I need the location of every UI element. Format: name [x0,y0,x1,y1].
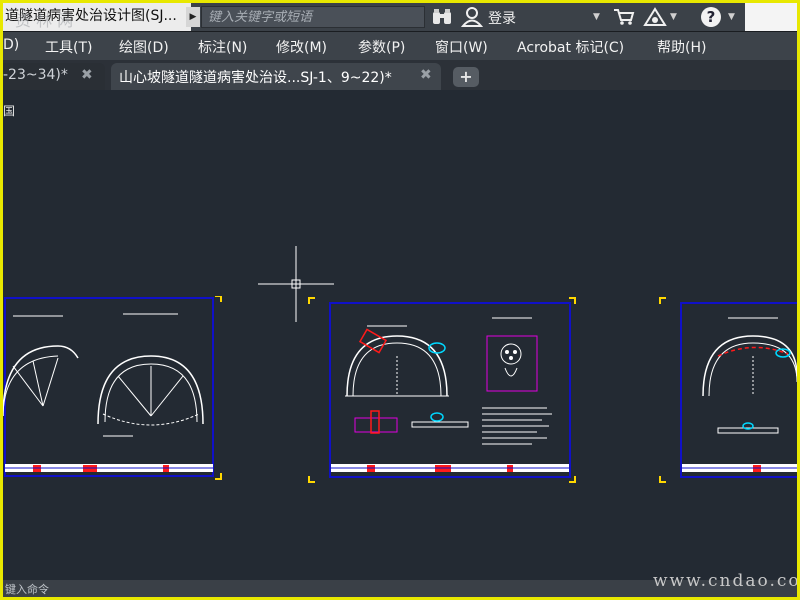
autocad-window: 道隧道病害处治设计图(SJ... ▶ 键入关键字或短语 登录 ▼ ▼ ? ▼ D… [3,3,797,597]
tab-active-drawing[interactable]: 山心坡隧道隧道病害处治设...SJ-1、9~22)* ✖ [111,63,441,90]
menu-bar: D) 工具(T) 绘图(D) 标注(N) 修改(M) 参数(P) 窗口(W) A… [3,32,797,60]
watermark-bottom: www.cndao.com [653,571,797,591]
title-expand-arrow-icon[interactable]: ▶ [186,7,200,27]
drawing-sheet-right[interactable] [658,296,797,484]
search-input[interactable]: 键入关键字或短语 [201,6,425,28]
login-dropdown-icon[interactable]: ▼ [593,12,600,22]
window-controls[interactable] [745,3,797,31]
menu-item-dimension[interactable]: 标注(N) [198,37,247,57]
menu-item-help[interactable]: 帮助(H) [657,37,706,57]
user-icon[interactable] [461,7,483,27]
drawing-sheet-middle[interactable] [307,296,583,484]
tab-label: -23~34)* [3,67,68,83]
close-icon[interactable]: ✖ [420,67,432,83]
file-tab-bar: -23~34)* ✖ 山心坡隧道隧道病害处治设...SJ-1、9~22)* ✖ [3,60,797,90]
cart-icon[interactable] [613,8,635,26]
tab-previous-drawing[interactable]: -23~34)* ✖ [3,63,105,90]
menu-item-acrobat[interactable]: Acrobat 标记(C) [517,37,624,57]
model-space-canvas[interactable]: 国 [3,90,797,580]
drawing-sheet-left[interactable] [3,296,225,480]
a360-icon[interactable] [643,7,667,27]
menu-item-draw[interactable]: 绘图(D) [119,37,169,57]
add-tab-icon[interactable]: + [453,67,479,87]
tab-label: 山心坡隧道隧道病害处治设...SJ-1、9~22)* [119,70,392,86]
menu-item-modify[interactable]: 修改(M) [276,37,327,57]
close-icon[interactable]: ✖ [81,67,93,83]
login-label[interactable]: 登录 [488,8,516,28]
viewport-control-label[interactable]: 国 [3,102,15,119]
menu-item-window[interactable]: 窗口(W) [435,37,488,57]
menu-item-tools[interactable]: 工具(T) [45,37,92,57]
command-line-prompt[interactable]: 键入命令 [5,581,49,597]
help-dropdown-icon[interactable]: ▼ [728,12,735,22]
watermark-top: 资 林 网 [15,11,74,30]
help-icon[interactable]: ? [701,7,721,27]
menu-item-partial[interactable]: D) [3,37,19,53]
binoculars-icon[interactable] [431,8,453,26]
a360-dropdown-icon[interactable]: ▼ [670,12,677,22]
menu-item-parametric[interactable]: 参数(P) [358,37,405,57]
title-bar: 道隧道病害处治设计图(SJ... ▶ 键入关键字或短语 登录 ▼ ▼ ? ▼ [3,3,797,32]
